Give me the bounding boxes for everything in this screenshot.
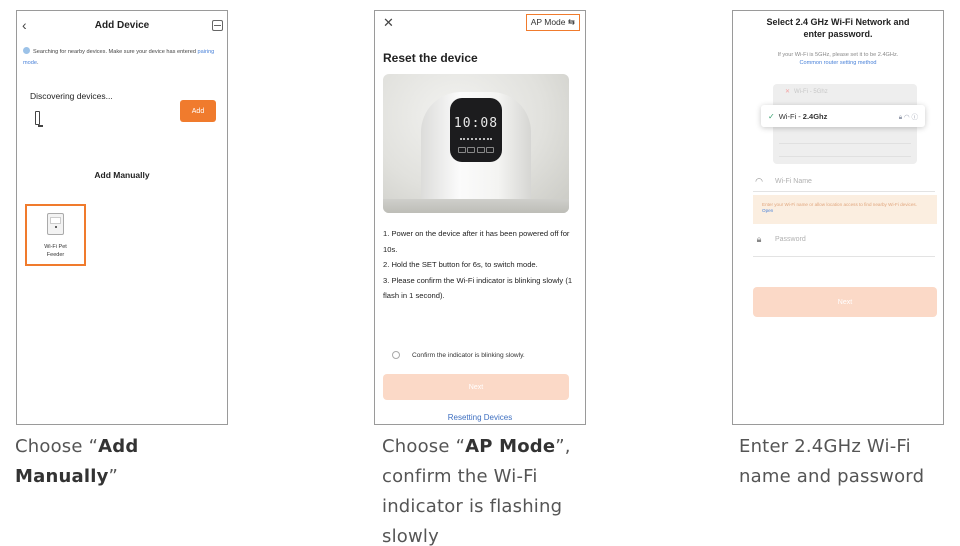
network-24ghz-item[interactable]: ✓ Wi-Fi -2.4Ghz 🔒︎ ◠ ⓘ [761,105,925,127]
hint-text: If your Wi-Fi is 5GHz, please set it to … [777,52,899,58]
caption-wifi: Enter 2.4GHz Wi-Fi name and password [739,432,959,492]
caption-ap-mode: Choose “AP Mode”, confirm the Wi-Fi indi… [382,432,612,546]
feeder-display: 10:08 [450,98,502,162]
ap-mode-button[interactable]: AP Mode ⇆ [525,14,580,31]
bluetooth-search-icon [23,47,30,54]
next-button[interactable]: Next [753,287,937,317]
wifi-name-placeholder: Wi-Fi Name [775,178,812,185]
network-5ghz-label: Wi-Fi - 5Ghz [794,89,828,95]
add-manually-heading: Add Manually [94,170,150,180]
location-warning: Enter your Wi-Fi name or allow location … [753,195,937,224]
confirm-label: Confirm the indicator is blinking slowly… [412,351,525,359]
title-line-1: Select 2.4 GHz Wi-Fi Network and [766,17,910,27]
pet-feeder-icon [47,213,64,235]
wifi-icon: ◠ [755,176,763,186]
step-1: 1. Power on the device after it has been… [383,229,570,254]
search-status: Searching for nearby devices. Make sure … [23,47,221,69]
step-3: 3. Please confirm the Wi-Fi indicator is… [383,275,573,301]
page-title: Select 2.4 GHz Wi-Fi Network and enter p… [733,16,943,40]
network-5ghz-item: ✕ Wi-Fi - 5Ghz [785,88,828,95]
wifi-pet-feeder-tile[interactable]: Wi-Fi Pet Feeder [25,204,86,266]
tile-label-line-2: Feeder [46,252,65,258]
header: ‹ Add Device [17,17,227,37]
open-link[interactable]: Open [762,208,773,213]
confirm-checkbox[interactable]: Confirm the indicator is blinking slowly… [392,351,525,359]
lock-wifi-info-icons: 🔒︎ ◠ ⓘ [898,114,918,121]
frequency-hint: If your Wi-Fi is 5GHz, please set it to … [733,51,943,67]
display-dots [460,138,492,144]
discovered-device-icon [35,111,43,127]
feeder-base [383,199,569,213]
caption-text: ”, [555,436,571,457]
caption-text: Choose “ [382,436,466,457]
page-title: Add Device [94,20,150,31]
password-field[interactable]: 🔒︎ Password [753,234,935,245]
network-24ghz-label: 2.4Ghz [802,111,828,121]
check-icon: ✓ [768,111,775,121]
device-photo: 10:08 [383,74,569,213]
title-line-2: enter password. [803,29,873,39]
lock-icon: 🔒︎ [756,234,762,244]
wifi-name-field[interactable]: ◠ Wi-Fi Name [753,176,935,187]
list-divider [779,156,911,157]
add-device-screen: ‹ Add Device Searching for nearby device… [16,10,228,425]
warning-text: Enter your Wi-Fi name or allow location … [762,202,917,207]
password-placeholder: Password [775,236,806,243]
add-button[interactable]: Add [180,100,216,122]
list-divider [779,143,911,144]
display-digits: 10:08 [453,116,499,131]
close-icon[interactable]: ✕ [383,15,394,31]
caption-bold: Manually [15,466,109,487]
search-text: Searching for nearby devices. Make sure … [33,49,196,55]
caption-text: Enter 2.4GHz Wi-Fi [739,436,911,457]
caption-bold: Add [98,436,139,457]
tile-label: Wi-Fi Pet Feeder [27,243,84,259]
field-underline [753,191,935,192]
reset-device-screen: ✕ AP Mode ⇆ Reset the device 10:08 1. Po… [374,10,586,425]
next-button[interactable]: Next [383,374,569,400]
caption-text: Choose “ [15,436,99,457]
network-prefix: Wi-Fi - [778,111,801,121]
caption-text: indicator is flashing [382,496,563,517]
discovering-label: Discovering devices... [30,91,113,101]
router-setting-link[interactable]: Common router setting method [733,59,943,67]
caption-text: slowly [382,526,439,546]
step-2: 2. Hold the SET button for 6s, to switch… [383,260,538,269]
field-underline [753,256,935,257]
page-title: Reset the device [383,51,478,65]
instruction-steps: 1. Power on the device after it has been… [383,226,579,304]
caption-text: ” [108,466,119,487]
radio-circle-icon[interactable] [392,351,400,359]
scan-icon[interactable] [212,20,223,31]
wifi-setup-screen: Select 2.4 GHz Wi-Fi Network and enter p… [732,10,944,425]
tile-label-line-1: Wi-Fi Pet [44,244,67,250]
cross-icon: ✕ [785,89,791,95]
resetting-devices-link[interactable]: Resetting Devices [375,413,585,422]
search-end: . [37,60,39,66]
caption-text: confirm the Wi-Fi [382,466,538,487]
caption-add-manually: Choose “Add Manually” [15,432,235,492]
display-buttons [458,147,494,154]
caption-text: name and password [739,466,925,487]
caption-bold: AP Mode [465,436,556,457]
